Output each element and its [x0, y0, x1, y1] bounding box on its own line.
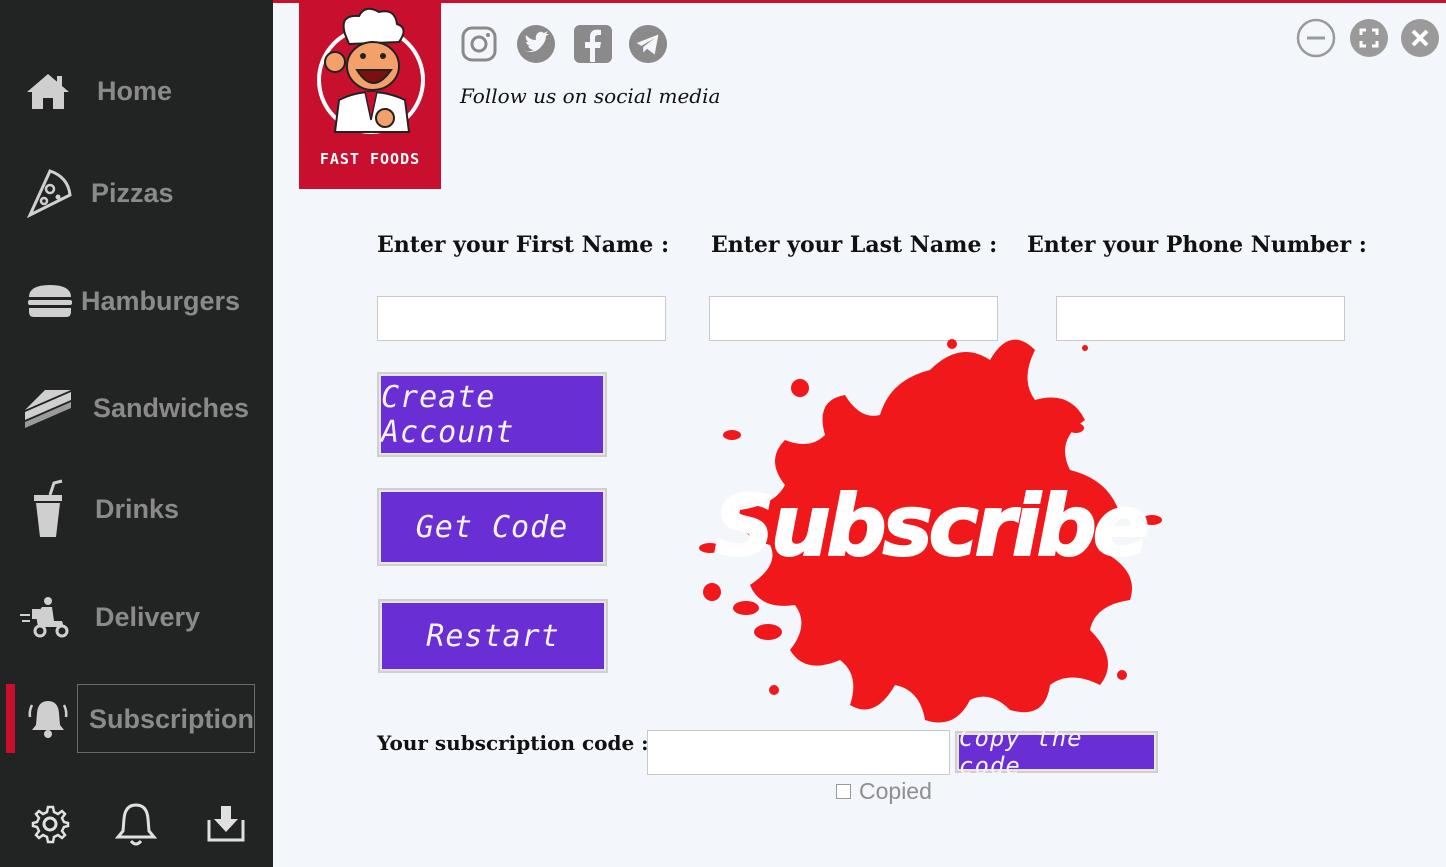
close-icon[interactable]	[1400, 18, 1440, 58]
drink-icon	[22, 479, 74, 537]
subscription-code-label: Your subscription code :	[377, 731, 649, 755]
sidebar-item-hamburgers[interactable]: Hamburgers	[0, 266, 273, 336]
sidebar: Home Pizzas Hamburgers Sandwiches Drinks…	[0, 0, 273, 867]
last-name-label: Enter your Last Name :	[711, 232, 998, 258]
restart-label: Restart	[382, 603, 604, 669]
twitter-icon[interactable]	[516, 24, 556, 64]
sidebar-item-label: Hamburgers	[81, 285, 241, 316]
sidebar-item-label: Sandwiches	[93, 392, 250, 423]
minimize-icon[interactable]	[1296, 18, 1336, 58]
subscribe-splash-image: Subscribe	[699, 339, 1162, 723]
first-name-label: Enter your First Name :	[377, 232, 670, 258]
settings-gear-icon[interactable]	[24, 798, 76, 850]
maximize-icon[interactable]	[1349, 18, 1389, 58]
sidebar-item-subscription[interactable]: Subscription	[0, 684, 273, 754]
phone-number-label: Enter your Phone Number :	[1027, 232, 1367, 258]
copied-checkbox[interactable]	[836, 784, 851, 799]
download-icon[interactable]	[200, 798, 252, 850]
sidebar-item-home[interactable]: Home	[0, 56, 273, 126]
sidebar-item-label: Pizzas	[91, 177, 174, 208]
sidebar-item-drinks[interactable]: Drinks	[0, 474, 273, 544]
copied-checkbox-row: Copied	[836, 778, 932, 805]
logo-text: FAST FOODS	[319, 150, 421, 168]
sidebar-item-label: Delivery	[95, 601, 201, 632]
copy-code-button[interactable]: Copy the code	[955, 724, 1158, 780]
sidebar-item-label: Drinks	[95, 493, 180, 524]
create-account-button[interactable]: Create Account	[377, 372, 607, 457]
copied-label: Copied	[859, 778, 932, 804]
create-account-label: Create Account	[381, 376, 603, 453]
pizza-icon	[22, 167, 74, 219]
subscription-code-field[interactable]	[647, 730, 950, 775]
restart-button[interactable]: Restart	[378, 599, 608, 673]
follow-us-text: Follow us on social media	[460, 84, 721, 108]
fast-foods-logo: FAST FOODS	[299, 0, 441, 189]
first-name-field[interactable]	[377, 296, 666, 341]
delivery-icon	[18, 591, 70, 643]
hamburger-icon	[24, 275, 76, 327]
sandwich-icon	[22, 382, 74, 434]
notification-bell-icon[interactable]	[110, 798, 162, 850]
sidebar-item-pizzas[interactable]: Pizzas	[0, 158, 273, 228]
sidebar-item-delivery[interactable]: Delivery	[0, 582, 273, 652]
sidebar-item-label: Subscription	[89, 703, 255, 734]
sidebar-item-label: Home	[97, 75, 173, 106]
bell-ring-icon	[22, 693, 74, 745]
telegram-icon[interactable]	[628, 24, 668, 64]
home-icon	[22, 65, 74, 117]
instagram-icon[interactable]	[459, 24, 499, 64]
sidebar-item-sandwiches[interactable]: Sandwiches	[0, 373, 273, 443]
copy-code-label: Copy the code	[959, 724, 1154, 780]
chef-mascot-image	[317, 7, 425, 134]
top-accent-line	[273, 0, 1446, 3]
facebook-icon[interactable]	[573, 24, 613, 64]
get-code-label: Get Code	[381, 492, 603, 562]
get-code-button[interactable]: Get Code	[377, 488, 607, 566]
subscribe-text: Subscribe	[714, 477, 1147, 575]
